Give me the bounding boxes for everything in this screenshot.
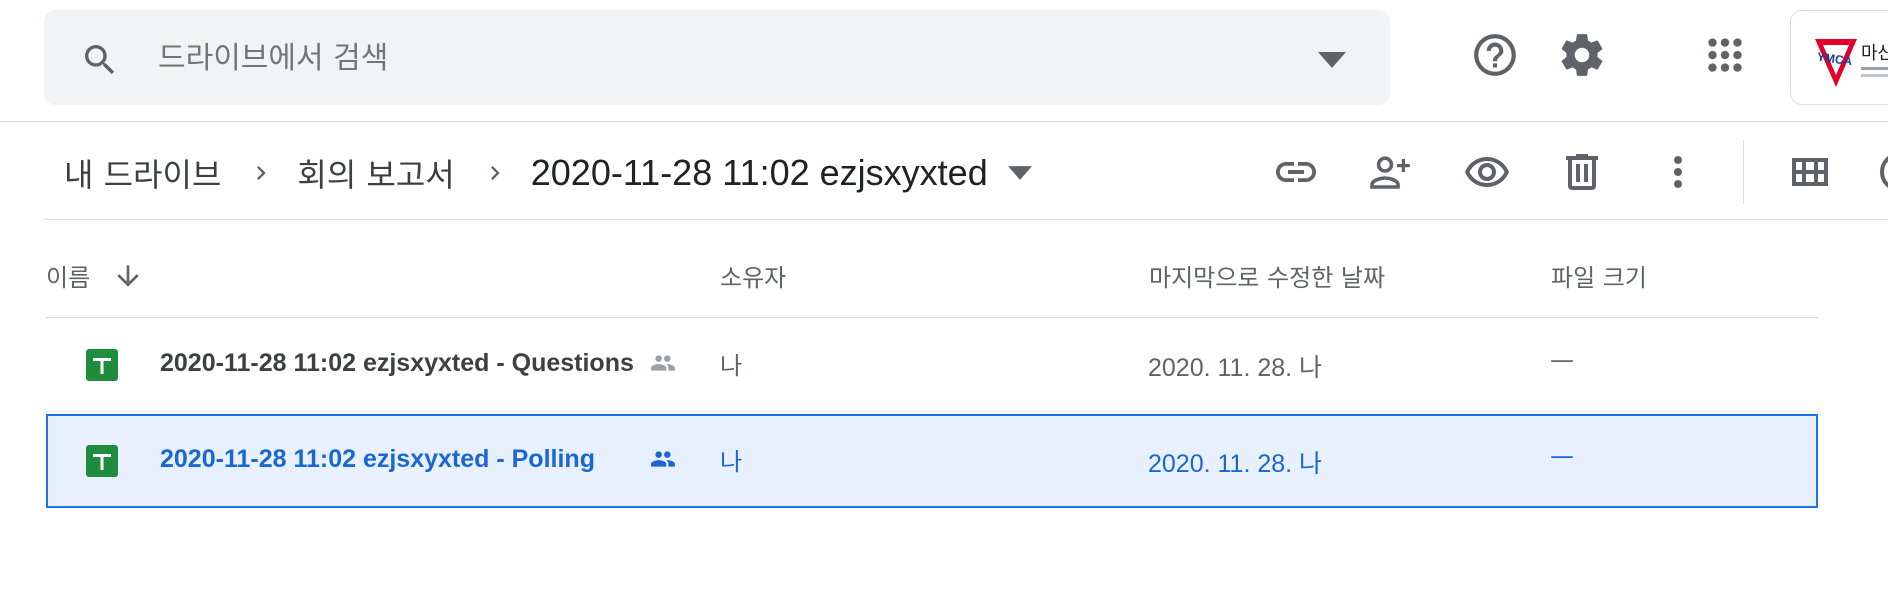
ymca-logo: YMCA 마산YMCA: [1815, 39, 1888, 87]
column-header-size: 파일 크기: [1551, 264, 1647, 292]
file-owner: 나: [720, 352, 743, 380]
google-sheets-icon: [86, 349, 118, 381]
shared-people-icon: [651, 355, 675, 371]
toolbar-divider: [1743, 140, 1744, 204]
apps-grid-icon[interactable]: [1700, 30, 1750, 80]
breadcrumb-meeting-reports[interactable]: 회의 보고서: [297, 150, 454, 196]
file-name[interactable]: 2020-11-28 11:02 ezjsxyxted - Polling: [160, 445, 670, 474]
eye-icon[interactable]: [1463, 148, 1511, 196]
column-header-owner[interactable]: 소유자: [720, 258, 786, 293]
breadcrumb-current-folder[interactable]: 2020-11-28 11:02 ezjsxyxted: [531, 152, 988, 194]
search-icon[interactable]: [80, 40, 120, 80]
file-size: —: [1550, 346, 1574, 374]
column-header-modified[interactable]: 마지막으로 수정한 날짜: [1149, 258, 1385, 293]
file-owner: 나: [720, 448, 743, 476]
file-modified: 2020. 11. 28. 나: [1148, 450, 1323, 478]
shared-people-icon: [651, 451, 675, 467]
top-header: YMCA 마산YMCA: [0, 0, 1888, 122]
toolbar-divider-line: [44, 219, 1888, 220]
chevron-down-icon[interactable]: [1007, 166, 1032, 180]
chevron-down-icon[interactable]: [1318, 50, 1346, 70]
file-name[interactable]: 2020-11-28 11:02 ezjsxyxted - Questions: [160, 349, 670, 378]
google-sheets-icon: [86, 445, 118, 477]
search-input[interactable]: [156, 32, 1240, 84]
link-icon[interactable]: [1272, 148, 1320, 196]
file-size: —: [1550, 442, 1574, 470]
column-header-name[interactable]: 이름: [46, 258, 90, 293]
file-row[interactable]: 2020-11-28 11:02 ezjsxyxted - Questions …: [46, 318, 1818, 412]
more-vert-icon[interactable]: [1654, 148, 1702, 196]
breadcrumb: 내 드라이브 회의 보고서 2020-11-28 11:02 ezjsxyxte…: [64, 148, 1032, 198]
toolbar: 내 드라이브 회의 보고서 2020-11-28 11:02 ezjsxyxte…: [0, 122, 1888, 220]
trash-icon[interactable]: [1558, 148, 1606, 196]
search-bar[interactable]: [44, 10, 1390, 105]
svg-text:마산YMCA: 마산YMCA: [1861, 43, 1888, 64]
info-icon[interactable]: [1876, 148, 1888, 196]
chevron-right-icon: [257, 166, 267, 180]
grid-view-icon[interactable]: [1786, 148, 1834, 196]
add-person-icon[interactable]: [1367, 148, 1415, 196]
file-modified: 2020. 11. 28. 나: [1148, 354, 1323, 382]
account-logo-button[interactable]: YMCA 마산YMCA: [1790, 10, 1888, 105]
chevron-right-icon: [490, 166, 500, 180]
help-icon[interactable]: [1470, 30, 1520, 80]
arrow-down-icon[interactable]: [112, 258, 144, 294]
gear-icon[interactable]: [1557, 30, 1607, 80]
file-row-selected[interactable]: 2020-11-28 11:02 ezjsxyxted - Polling 나 …: [46, 414, 1818, 508]
breadcrumb-my-drive[interactable]: 내 드라이브: [64, 150, 221, 196]
